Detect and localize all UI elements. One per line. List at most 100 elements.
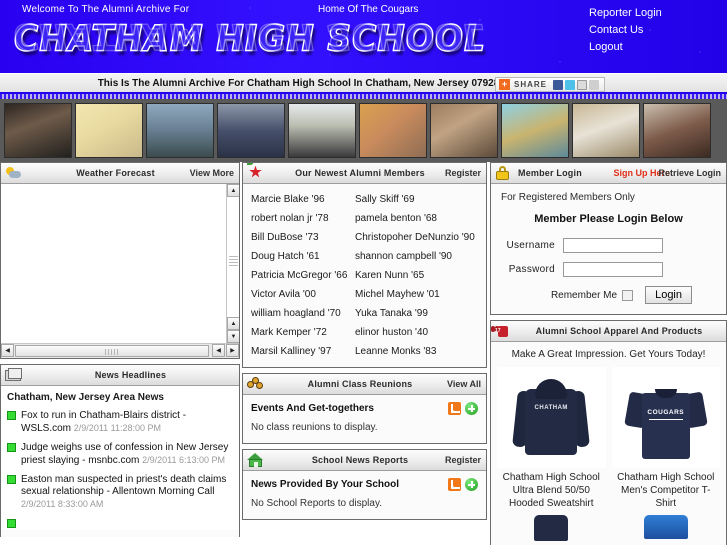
- news-item-date: 2/9/2011 11:28:00 PM: [73, 423, 162, 433]
- class-reunions-panel: Alumni Class Reunions View All Events An…: [242, 373, 487, 444]
- news-item-text[interactable]: Easton man suspected in priest's death c…: [21, 474, 233, 511]
- photo-thumbnail[interactable]: [75, 103, 143, 158]
- apparel-panel-header: 17 Alumni School Apparel And Products: [491, 321, 726, 342]
- archive-subtitle-bar: This Is The Alumni Archive For Chatham H…: [0, 73, 727, 94]
- member-name[interactable]: Leanne Monks '83: [351, 342, 486, 361]
- archive-subtitle-text: This Is The Alumni Archive For Chatham H…: [97, 78, 500, 89]
- school-news-register-link[interactable]: Register: [445, 455, 481, 465]
- member-name[interactable]: Bill DuBose '73: [243, 228, 351, 247]
- member-name[interactable]: robert nolan jr '78: [243, 209, 351, 228]
- navy-tshirt-image[interactable]: COUGARS: [611, 367, 720, 468]
- news-item[interactable]: Fox to run in Chatham-Blairs district - …: [7, 410, 233, 435]
- school-news-panel-header: School News Reports Register: [243, 450, 486, 471]
- news-item-date: 2/9/2011 8:33:00 AM: [21, 499, 104, 509]
- nav-contact-us[interactable]: Contact Us: [579, 22, 719, 39]
- product-card[interactable]: CHATHAM Chatham High School Ultra Blend …: [497, 367, 606, 510]
- product-name[interactable]: Chatham High School Men's Competitor T-S…: [612, 471, 721, 510]
- share-label: SHARE: [513, 80, 547, 89]
- email-icon[interactable]: [577, 79, 587, 90]
- member-name[interactable]: Patricia McGregor '66: [243, 266, 351, 285]
- photo-thumbnail[interactable]: [572, 103, 640, 158]
- middle-column: Our Newest Alumni Members Register Marci…: [240, 162, 487, 525]
- news-item-text[interactable]: [21, 518, 24, 530]
- login-button[interactable]: Login: [645, 286, 692, 304]
- nav-logout[interactable]: Logout: [579, 39, 719, 56]
- member-name[interactable]: pamela benton '68: [351, 209, 486, 228]
- navy-hoodie-image[interactable]: CHATHAM: [497, 367, 606, 468]
- photo-thumbnail[interactable]: [146, 103, 214, 158]
- news-area-title: Chatham, New Jersey Area News: [7, 392, 164, 403]
- news-item-text[interactable]: Fox to run in Chatham-Blairs district - …: [21, 410, 233, 435]
- product-card-partial[interactable]: [497, 515, 606, 545]
- weather-panel: Weather Forecast View More ▲ ▲ ▼ ◀ ◀ ▶: [0, 162, 240, 359]
- weather-horizontal-scrollbar[interactable]: ◀ ◀ ▶: [1, 343, 239, 358]
- weather-vertical-scrollbar[interactable]: ▲ ▲ ▼: [226, 184, 239, 343]
- news-item-partial[interactable]: [7, 518, 233, 530]
- twitter-icon[interactable]: [565, 79, 575, 90]
- facebook-icon[interactable]: [553, 79, 563, 90]
- photo-thumbnail[interactable]: [217, 103, 285, 158]
- add-icon[interactable]: [465, 478, 478, 491]
- member-name[interactable]: Sally Skiff '69: [351, 190, 486, 209]
- scroll-up-small-icon[interactable]: ▲: [227, 317, 239, 330]
- password-input[interactable]: [563, 262, 663, 277]
- member-name[interactable]: Marsil Kalliney '97: [243, 342, 351, 361]
- rss-icon[interactable]: [448, 478, 461, 491]
- member-name[interactable]: Karen Nunn '65: [351, 266, 486, 285]
- member-name[interactable]: Victor Avila '00: [243, 285, 351, 304]
- member-name[interactable]: elinor huston '40: [351, 323, 486, 342]
- retrieve-login-link[interactable]: Retrieve Login: [658, 168, 721, 178]
- news-item-date: 2/9/2011 6:13:00 PM: [142, 455, 226, 465]
- share-plus-icon[interactable]: +: [498, 79, 510, 90]
- photo-thumbnail[interactable]: [359, 103, 427, 158]
- members-register-link[interactable]: Register: [445, 168, 481, 178]
- rss-icon[interactable]: [448, 402, 461, 415]
- scroll-grip[interactable]: [229, 256, 238, 268]
- photo-thumbnail[interactable]: [643, 103, 711, 158]
- product-card[interactable]: COUGARS Chatham High School Men's Compet…: [611, 367, 721, 510]
- member-name[interactable]: Mark Kemper '72: [243, 323, 351, 342]
- member-name[interactable]: Doug Hatch '61: [243, 247, 351, 266]
- school-news-section-title: News Provided By Your School: [251, 479, 399, 490]
- scroll-left-small-icon[interactable]: ◀: [212, 344, 225, 357]
- photo-thumbnail[interactable]: [4, 103, 72, 158]
- share-widget[interactable]: + SHARE: [494, 77, 605, 92]
- red-star-icon: [247, 163, 264, 181]
- scroll-left-icon[interactable]: ◀: [1, 344, 14, 357]
- remember-me-checkbox[interactable]: [622, 289, 634, 301]
- scroll-up-icon[interactable]: ▲: [227, 184, 239, 197]
- more-icon[interactable]: [589, 79, 599, 90]
- school-news-action-icons: [448, 478, 478, 491]
- photo-thumbnail[interactable]: [430, 103, 498, 158]
- product-name[interactable]: Chatham High School Ultra Blend 50/50 Ho…: [497, 471, 606, 510]
- product-card-partial[interactable]: [612, 515, 721, 545]
- news-item-headline[interactable]: Easton man suspected in priest's death c…: [21, 474, 226, 497]
- weather-panel-header: Weather Forecast View More: [1, 163, 239, 184]
- left-column: Weather Forecast View More ▲ ▲ ▼ ◀ ◀ ▶ N…: [0, 162, 240, 542]
- scroll-thumb[interactable]: [15, 345, 209, 357]
- member-name[interactable]: Marcie Blake '96: [243, 190, 351, 209]
- username-input[interactable]: [563, 238, 663, 253]
- news-bullet-icon: [7, 411, 16, 420]
- news-item[interactable]: Judge weighs use of confession in New Je…: [7, 442, 233, 467]
- member-name[interactable]: Michel Mayhew '01: [351, 285, 486, 304]
- member-name[interactable]: shannon campbell '90: [351, 247, 486, 266]
- password-label: Password: [508, 264, 555, 275]
- reunions-view-all-link[interactable]: View All: [447, 379, 481, 389]
- apparel-panel-title: Alumni School Apparel And Products: [535, 326, 703, 336]
- member-name[interactable]: Christopoher DeNunzio '90: [351, 228, 486, 247]
- photo-thumbnail[interactable]: [288, 103, 356, 158]
- weather-view-more-link[interactable]: View More: [190, 168, 234, 178]
- news-panel-header: News Headlines: [1, 365, 239, 386]
- scroll-right-icon[interactable]: ▶: [226, 344, 239, 357]
- photo-thumbnail[interactable]: [501, 103, 569, 158]
- member-name[interactable]: william hoagland '70: [243, 304, 351, 323]
- add-icon[interactable]: [465, 402, 478, 415]
- news-item-text[interactable]: Judge weighs use of confession in New Je…: [21, 442, 233, 467]
- news-bullet-icon: [7, 443, 16, 452]
- scroll-down-icon[interactable]: ▼: [227, 330, 239, 343]
- reunions-section-title: Events And Get-togethers: [251, 403, 374, 414]
- nav-reporter-login[interactable]: Reporter Login: [579, 5, 719, 22]
- member-name[interactable]: Yuka Tanaka '99: [351, 304, 486, 323]
- news-item[interactable]: Easton man suspected in priest's death c…: [7, 474, 233, 511]
